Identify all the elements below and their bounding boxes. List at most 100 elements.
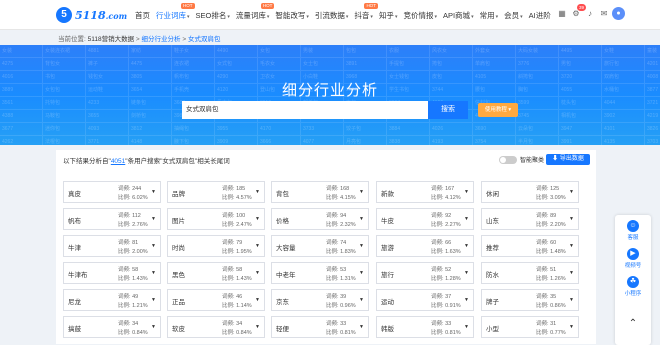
caret-down-icon[interactable]: ▼ [151,243,156,249]
nav-item[interactable]: AI进阶 [526,10,554,21]
keyword-card[interactable]: 软皮 词频: 34 比例: 0.84% ▼ [167,316,265,338]
keyword-card[interactable]: 搞鼓 词频: 34 比例: 0.84% ▼ [63,316,161,338]
keyword-label: 运动 [381,299,394,306]
breadcrumb-home[interactable]: 5118营销大数据 [88,36,134,43]
ratio-label: 比例: [118,222,131,228]
caret-down-icon[interactable]: ▼ [255,189,260,195]
caret-down-icon[interactable]: ▼ [569,324,574,330]
keyword-card[interactable]: 尼龙 词频: 49 比例: 1.21% ▼ [63,289,161,311]
keyword-card[interactable]: 牛津 词频: 81 比例: 2.00% ▼ [63,235,161,257]
caret-down-icon[interactable]: ▼ [464,216,469,222]
caret-down-icon[interactable]: ▼ [569,270,574,276]
keyword-card[interactable]: 时尚 词频: 79 比例: 1.95% ▼ [167,235,265,257]
grid-icon[interactable]: ▦ [556,8,568,20]
caret-down-icon[interactable]: ▼ [359,270,364,276]
nav-item[interactable]: 行业词库▾ HOT [153,2,195,21]
nav-item[interactable]: 知乎▾ [376,10,401,21]
caret-down-icon[interactable]: ▼ [151,324,156,330]
float-item[interactable]: ▶ 视频号 [615,248,651,269]
caret-down-icon[interactable]: ▼ [255,216,260,222]
search-input[interactable]: 女式双肩包 [182,101,428,119]
caret-down-icon[interactable]: ▼ [151,216,156,222]
keyword-card[interactable]: 运动 词频: 37 比例: 0.91% ▼ [376,289,474,311]
keyword-card[interactable]: 休闲 词频: 125 比例: 3.09% ▼ [481,181,579,203]
nav-item[interactable]: 流量词库▾ HOT [233,2,275,21]
keyword-card[interactable]: 韩版 词频: 33 比例: 0.81% ▼ [376,316,474,338]
caret-down-icon[interactable]: ▼ [151,297,156,303]
nav-item[interactable]: SEO排名▾ [193,10,233,21]
caret-down-icon[interactable]: ▼ [569,243,574,249]
keyword-card[interactable]: 推荐 词频: 60 比例: 1.48% ▼ [481,235,579,257]
caret-down-icon[interactable]: ▼ [464,189,469,195]
bell-icon[interactable]: ♪ [584,8,596,20]
keyword-card[interactable]: 牛津布 词频: 58 比例: 1.43% ▼ [63,262,161,284]
keyword-card[interactable]: 旅行 词频: 52 比例: 1.28% ▼ [376,262,474,284]
keyword-card[interactable]: 山东 词频: 89 比例: 2.20% ▼ [481,208,579,230]
nav-item[interactable]: 智能改写▾ [272,10,312,21]
caret-down-icon[interactable]: ▼ [569,297,574,303]
keyword-card[interactable]: 旅游 词频: 66 比例: 1.63% ▼ [376,235,474,257]
caret-down-icon[interactable]: ▼ [359,189,364,195]
back-to-top-icon[interactable]: ⌃ [615,315,651,333]
summary-count[interactable]: 4051 [111,158,125,165]
keyword-card[interactable]: 京东 词频: 39 比例: 0.96% ▼ [271,289,369,311]
keyword-card[interactable]: 背包 词频: 168 比例: 4.15% ▼ [271,181,369,203]
toggle-switch[interactable] [499,155,517,164]
caret-down-icon[interactable]: ▼ [359,216,364,222]
nav-item[interactable]: 会员▾ [501,10,526,21]
keyword-card[interactable]: 新款 词频: 167 比例: 4.12% ▼ [376,181,474,203]
caret-down-icon[interactable]: ▼ [569,189,574,195]
avatar[interactable]: ● [612,7,625,20]
keyword-card[interactable]: 牛皮 词频: 92 比例: 2.27% ▼ [376,208,474,230]
background-cell: 4135 [602,136,645,145]
background-cell: 4093 [86,123,129,135]
caret-down-icon[interactable]: ▼ [255,243,260,249]
caret-down-icon[interactable]: ▼ [151,270,156,276]
keyword-card[interactable]: 牌子 词频: 35 比例: 0.86% ▼ [481,289,579,311]
caret-down-icon[interactable]: ▼ [151,189,156,195]
nav-item[interactable]: 竞价情报▾ [400,10,440,21]
caret-down-icon[interactable]: ▼ [464,270,469,276]
keyword-card[interactable]: 真皮 词频: 244 比例: 6.02% ▼ [63,181,161,203]
keyword-card[interactable]: 品牌 词频: 185 比例: 4.57% ▼ [167,181,265,203]
export-button[interactable]: ⬇ 导出数据 [546,154,590,165]
cluster-toggle[interactable]: 智能聚类 [499,155,544,164]
caret-down-icon[interactable]: ▼ [359,324,364,330]
breadcrumb-industry[interactable]: 细分行业分析 [142,36,181,43]
keyword-card[interactable]: 小型 词频: 31 比例: 0.77% ▼ [481,316,579,338]
keyword-card[interactable]: 帆布 词频: 112 比例: 2.76% ▼ [63,208,161,230]
message-icon[interactable]: ✉ [598,8,610,20]
keyword-ratio: 比例: 0.96% [326,301,356,309]
float-item[interactable]: ☘ 小程序 [615,276,651,297]
nav-item[interactable]: 引流数据▾ [312,10,352,21]
caret-down-icon[interactable]: ▼ [464,243,469,249]
keyword-card[interactable]: 中老年 词频: 53 比例: 1.31% ▼ [271,262,369,284]
search-button[interactable]: 搜索 [428,101,468,119]
background-cell: 男装 [301,45,344,57]
tutorial-button[interactable]: 使用教程 ▾ [478,103,518,117]
keyword-card[interactable]: 轻便 词频: 33 比例: 0.81% ▼ [271,316,369,338]
caret-down-icon[interactable]: ▼ [569,216,574,222]
caret-down-icon[interactable]: ▼ [255,297,260,303]
nav-item[interactable]: 常用▾ [477,10,502,21]
keyword-card[interactable]: 黑色 词频: 58 比例: 1.43% ▼ [167,262,265,284]
keyword-label: 旅行 [381,272,394,279]
caret-down-icon[interactable]: ▼ [255,270,260,276]
keyword-card[interactable]: 防水 词频: 51 比例: 1.26% ▼ [481,262,579,284]
keyword-hits: 词频: 46 [222,292,242,300]
nav-item[interactable]: API商城▾ [440,10,477,21]
float-item[interactable]: ☺ 客服 [615,220,651,241]
keyword-card[interactable]: 正品 词频: 46 比例: 1.14% ▼ [167,289,265,311]
caret-down-icon[interactable]: ▼ [464,297,469,303]
nav-item[interactable]: 首页 [132,10,153,21]
keyword-card[interactable]: 大容量 词频: 74 比例: 1.83% ▼ [271,235,369,257]
keyword-card[interactable]: 图片 词频: 100 比例: 2.47% ▼ [167,208,265,230]
caret-down-icon[interactable]: ▼ [255,324,260,330]
notification-icon[interactable]: ⚙ 39 [570,3,586,20]
site-logo[interactable]: 5 5118.com [56,6,127,24]
keyword-card[interactable]: 价格 词频: 94 比例: 2.32% ▼ [271,208,369,230]
caret-down-icon[interactable]: ▼ [464,324,469,330]
caret-down-icon[interactable]: ▼ [359,243,364,249]
caret-down-icon[interactable]: ▼ [359,297,364,303]
nav-item[interactable]: 抖音▾ HOT [351,2,378,21]
